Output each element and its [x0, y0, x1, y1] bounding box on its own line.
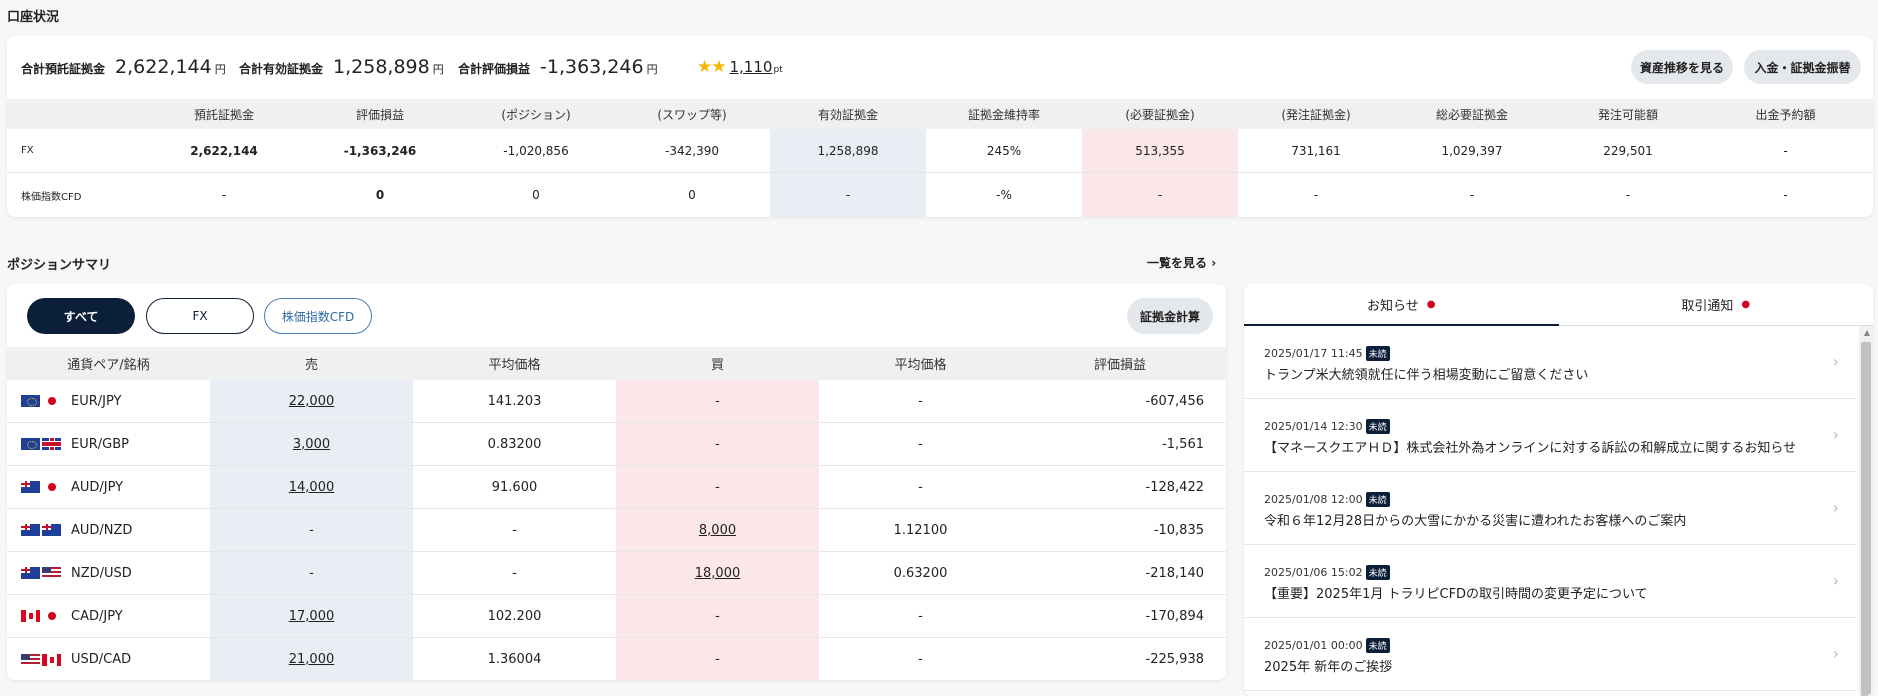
scroll-up-icon[interactable]: ▲: [1864, 328, 1870, 337]
stat-unrealized-pl: 合計評価損益 -1,363,246 円: [458, 56, 658, 78]
chevron-right-icon: ›: [1832, 352, 1839, 371]
unread-badge: 未読: [1365, 419, 1390, 434]
margin-calc-button[interactable]: 証拠金計算: [1127, 298, 1213, 334]
flag-icon: [21, 653, 63, 666]
chevron-right-icon: ›: [1211, 256, 1217, 270]
stat-total-deposit: 合計預託証拠金 2,622,144 円: [21, 56, 226, 78]
unread-dot-icon: ●: [1741, 299, 1751, 310]
chevron-right-icon: ›: [1832, 425, 1839, 444]
account-table: 預託証拠金 評価損益 (ポジション) (スワップ等) 有効証拠金 証拠金維持率 …: [7, 99, 1873, 217]
news-list: 2025/01/17 11:45 未読 トランプ米大統領就任に伴う相場変動にご留意…: [1244, 326, 1857, 691]
chevron-right-icon: ›: [1832, 498, 1839, 517]
account-stats-bar: 合計預託証拠金 2,622,144 円 合計有効証拠金 1,258,898 円 …: [7, 36, 1873, 99]
table-row: 株価指数CFD - 0 0 0 - -% - - - - -: [7, 173, 1873, 217]
positions-section-title: ポジションサマリ: [7, 258, 112, 273]
list-item[interactable]: 2025/01/01 00:00 未読 2025年 新年のご挨拶 ›: [1244, 618, 1857, 691]
flag-icon: [21, 524, 63, 536]
view-all-link[interactable]: 一覧を見る ›: [1147, 254, 1216, 271]
list-item[interactable]: 2025/01/06 15:02 未読 【重要】2025年1月 トラリピCFDの取…: [1244, 545, 1857, 618]
tab-fx[interactable]: FX: [146, 298, 254, 334]
flag-icon: [21, 395, 63, 407]
list-item[interactable]: 2025/01/14 12:30 未読 【マネースクエアＨＤ】株式会社外為オンライ…: [1244, 399, 1857, 472]
unread-badge: 未読: [1365, 565, 1390, 580]
flag-icon: [21, 481, 63, 493]
table-row[interactable]: CAD/JPY 17,000 102.200 - - -170,894: [7, 595, 1226, 638]
unread-dot-icon: ●: [1426, 299, 1436, 310]
stat-effective-margin: 合計有効証拠金 1,258,898 円: [239, 56, 444, 78]
flag-icon: [21, 610, 63, 622]
tab-all[interactable]: すべて: [27, 298, 135, 334]
table-row[interactable]: NZD/USD - - 18,000 0.63200 -218,140: [7, 552, 1226, 595]
table-row[interactable]: EUR/GBP 3,000 0.83200 - - -1,561: [7, 423, 1226, 466]
flag-icon: [21, 567, 63, 579]
unread-badge: 未読: [1365, 346, 1390, 361]
account-table-header: 預託証拠金 評価損益 (ポジション) (スワップ等) 有効証拠金 証拠金維持率 …: [7, 99, 1873, 129]
chevron-right-icon: ›: [1832, 644, 1839, 663]
tab-notices[interactable]: お知らせ ●: [1244, 284, 1559, 326]
deposit-transfer-button[interactable]: 入金・証拠金振替: [1744, 50, 1861, 84]
points-display: ★★ 1,110 pt: [697, 57, 783, 77]
table-row[interactable]: USD/CAD 21,000 1.36004 - - -225,938: [7, 638, 1226, 680]
account-section-title: 口座状況: [7, 10, 60, 25]
news-scrollbar-thumb[interactable]: [1861, 342, 1871, 696]
asset-history-button[interactable]: 資産推移を見る: [1631, 50, 1733, 84]
news-card: お知らせ ● 取引通知 ● 2025/01/17 11:45 未読 トランプ米大統…: [1244, 284, 1873, 696]
tab-trade-notifications[interactable]: 取引通知 ●: [1559, 284, 1874, 325]
star-icon: ★★: [697, 57, 727, 77]
tab-cfd[interactable]: 株価指数CFD: [264, 298, 372, 334]
account-summary-card: 合計預託証拠金 2,622,144 円 合計有効証拠金 1,258,898 円 …: [7, 36, 1873, 217]
table-row[interactable]: AUD/JPY 14,000 91.600 - - -128,422: [7, 466, 1226, 509]
table-row[interactable]: AUD/NZD - - 8,000 1.12100 -10,835: [7, 509, 1226, 552]
positions-table: 通貨ペア/銘柄 売 平均価格 買 平均価格 評価損益 EUR/JPY 22,00…: [7, 347, 1226, 680]
table-row: FX 2,622,144 -1,363,246 -1,020,856 -342,…: [7, 129, 1873, 173]
news-tabs: お知らせ ● 取引通知 ●: [1244, 284, 1873, 326]
table-row[interactable]: EUR/JPY 22,000 141.203 - - -607,456: [7, 380, 1226, 423]
positions-table-header: 通貨ペア/銘柄 売 平均価格 買 平均価格 評価損益: [7, 347, 1226, 380]
points-link[interactable]: 1,110: [729, 58, 772, 76]
position-summary-card: すべて FX 株価指数CFD 証拠金計算 通貨ペア/銘柄 売 平均価格 買 平均…: [7, 284, 1226, 680]
list-item[interactable]: 2025/01/17 11:45 未読 トランプ米大統領就任に伴う相場変動にご留意…: [1244, 326, 1857, 399]
flag-icon: [21, 438, 63, 450]
chevron-right-icon: ›: [1832, 571, 1839, 590]
unread-badge: 未読: [1365, 492, 1390, 507]
list-item[interactable]: 2025/01/08 12:00 未読 令和６年12月28日からの大雪にかかる災害…: [1244, 472, 1857, 545]
unread-badge: 未読: [1365, 638, 1390, 653]
